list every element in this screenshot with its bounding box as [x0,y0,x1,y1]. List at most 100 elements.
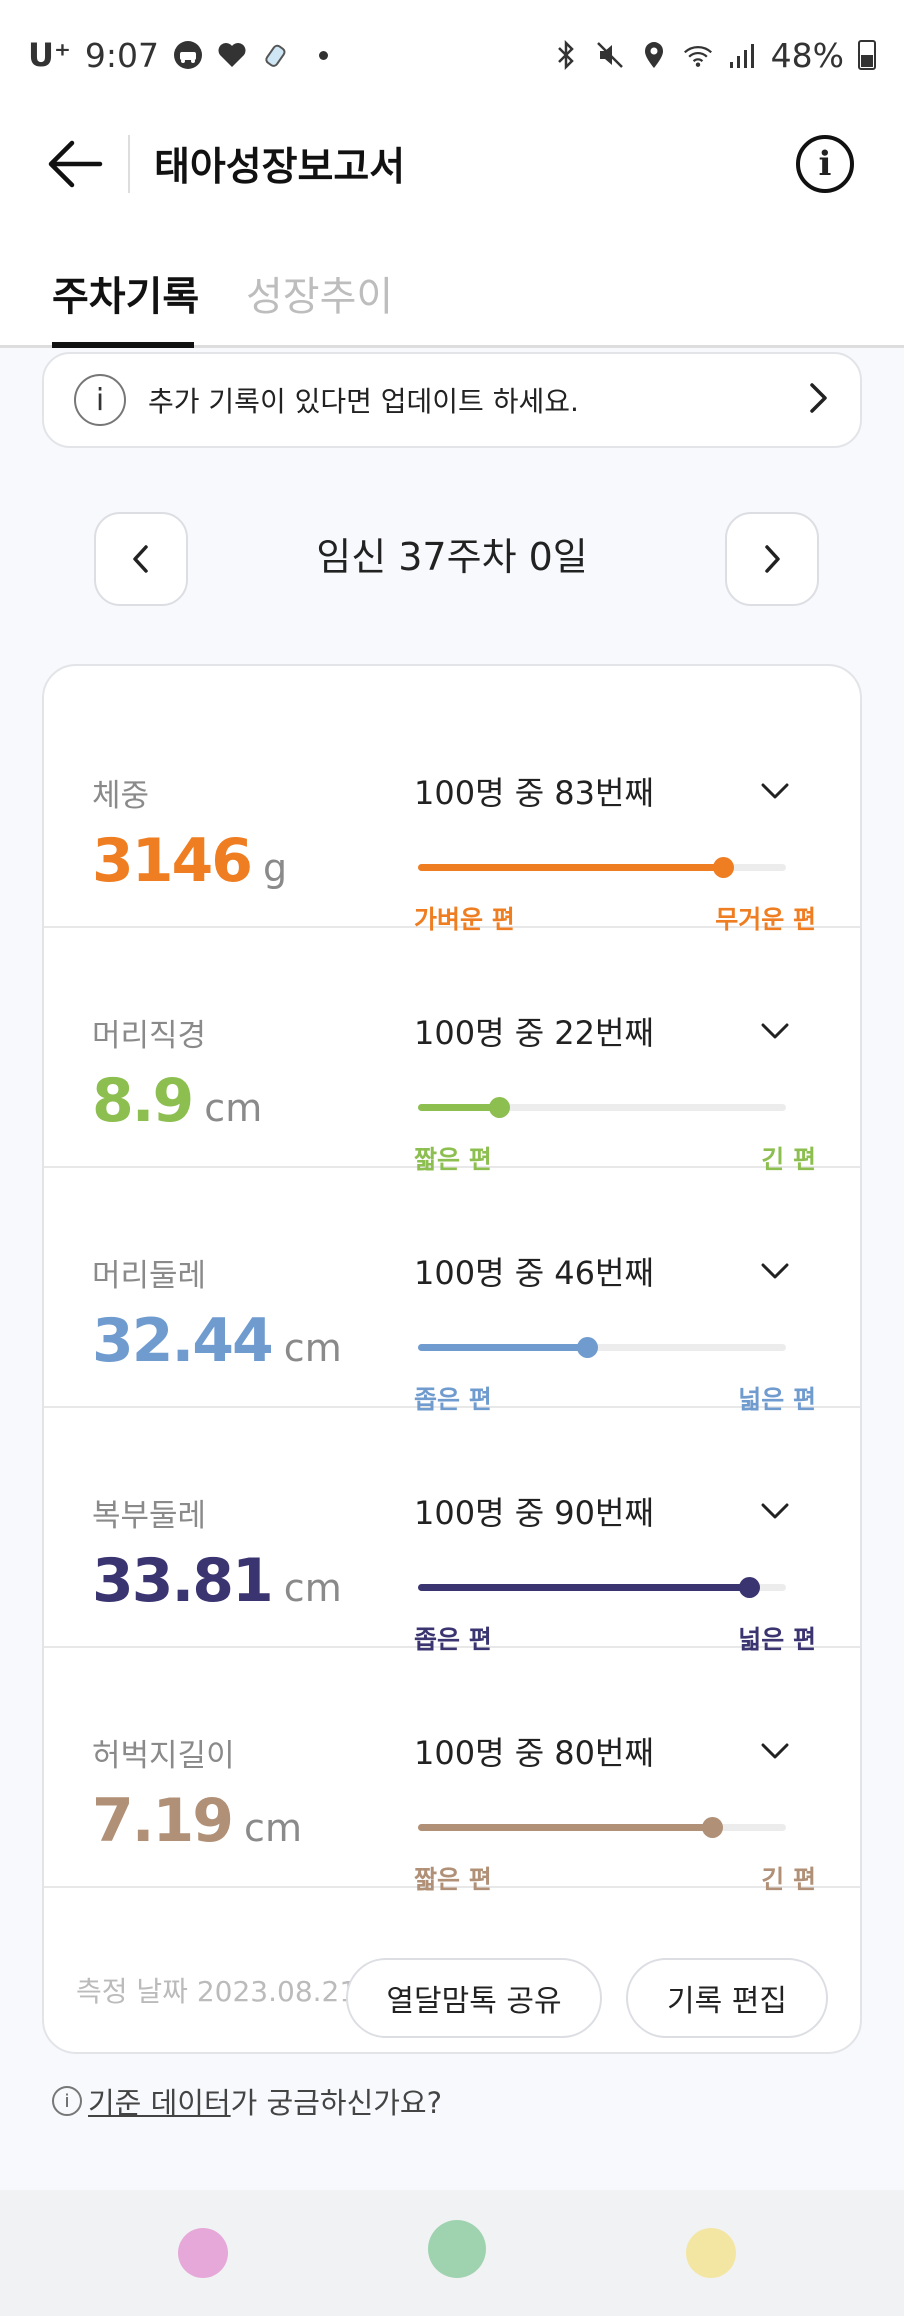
expand-button[interactable] [750,766,800,816]
status-bar: U⁺ 9:07 48% [0,0,904,110]
nav-flower-yellow-icon[interactable] [686,2228,736,2278]
clock: 9:07 [84,35,159,75]
metric-rank: 100명 중 80번째 [414,1734,654,1772]
edit-record-button[interactable]: 기록 편집 [626,1958,828,2038]
percentile-fill [418,1104,499,1111]
heart-icon [217,40,247,70]
info-button[interactable]: i [796,135,854,193]
metric-head-circumference: 머리둘레 32.44 cm 100명 중 46번째 좁은 편 넓은 편 [44,1168,860,1414]
expand-button[interactable] [750,1246,800,1296]
percentile-knob [713,857,735,878]
reference-data-note: i 기준 데이터 가 궁금하신가요? [52,2080,442,2122]
metric-name: 복부둘레 [92,1498,207,1534]
percentile-knob [488,1097,510,1118]
chevron-right-icon [808,381,830,419]
metric-rank: 100명 중 90번째 [414,1494,654,1532]
measurement-card: 체중 3146 g 100명 중 83번째 가벼운 편 무거운 편 머리직경 8… [42,664,862,2054]
metric-number: 33.81 [92,1546,274,1616]
notification-dot-icon [318,50,328,60]
percentile-knob [702,1817,724,1838]
share-button[interactable]: 열달맘톡 공유 [346,1958,602,2038]
info-circle-icon: i [74,374,126,426]
status-left: U⁺ 9:07 [28,36,328,75]
reference-data-link[interactable]: 기준 데이터 [88,2080,231,2122]
metric-head-diameter: 머리직경 8.9 cm 100명 중 22번째 짧은 편 긴 편 [44,928,860,1174]
expand-button[interactable] [750,1486,800,1536]
info-circle-icon: i [52,2086,82,2116]
percentile-fill [418,1584,750,1591]
reference-data-text: 가 궁금하신가요? [230,2086,442,2120]
metric-weight: 체중 3146 g 100명 중 83번째 가벼운 편 무거운 편 [44,688,860,934]
update-notice-banner[interactable]: i 추가 기록이 있다면 업데이트 하세요. [42,352,862,448]
chevron-down-icon [761,1263,789,1279]
tab-bar: 주차기록 성장추이 [0,240,904,348]
expand-button[interactable] [750,1006,800,1056]
metric-number: 8.9 [92,1066,194,1136]
chevron-down-icon [761,783,789,799]
card-footer: 측정 날짜 2023.08.21 열달맘톡 공유 기록 편집 [44,1928,860,2052]
chevron-down-icon [761,1503,789,1519]
percentile-fill [418,864,724,871]
next-week-button[interactable] [725,512,819,606]
info-icon: i [818,144,832,184]
percentile-knob [577,1337,599,1358]
main-content: i 추가 기록이 있다면 업데이트 하세요. 임신 37주차 0일 체중 314… [0,348,904,2190]
percentile-track [418,1097,786,1118]
percentile-track [418,1817,786,1838]
chevron-down-icon [761,1743,789,1759]
metric-unit: g [263,846,288,890]
battery-percent: 48% [770,35,844,75]
notice-text: 추가 기록이 있다면 업데이트 하세요. [148,385,579,418]
metric-value: 33.81 cm [92,1546,342,1616]
metric-value: 3146 g [92,826,287,896]
app-bar: 태아성장보고서 i [0,110,904,218]
metric-value: 8.9 cm [92,1066,262,1136]
nav-flower-green-icon[interactable] [428,2220,486,2278]
scale-right-label: 긴 편 [761,1865,816,1894]
tab-growth-trend[interactable]: 성장추이 [246,264,393,322]
signal-icon [727,40,757,70]
baby-bottle-icon [261,40,291,70]
wifi-icon [683,40,713,70]
metric-unit: cm [283,1326,342,1370]
back-button[interactable] [46,119,136,209]
arrow-left-icon [48,140,103,188]
metric-value: 7.19 cm [92,1786,302,1856]
metric-rank: 100명 중 83번째 [414,774,654,812]
metric-rank: 100명 중 22번째 [414,1014,654,1052]
metric-number: 3146 [92,826,253,896]
metric-femur-length: 허벅지길이 7.19 cm 100명 중 80번째 짧은 편 긴 편 [44,1648,860,1894]
percentile-fill [418,1344,588,1351]
scale-left-label: 짧은 편 [414,1865,492,1894]
tab-weekly-record[interactable]: 주차기록 [52,264,199,322]
header-divider [128,135,130,193]
location-icon [639,40,669,70]
metric-value: 32.44 cm [92,1306,342,1376]
battery-icon [858,40,876,70]
status-right: 48% [551,36,876,75]
measurement-date: 측정 날짜 2023.08.21 [76,1975,358,2008]
bluetooth-icon [551,40,581,70]
metric-name: 머리둘레 [92,1258,207,1294]
chevron-right-icon [765,545,780,573]
carrier-label: U⁺ [28,36,71,74]
chevron-down-icon [761,1023,789,1039]
expand-button[interactable] [750,1726,800,1776]
metric-unit: cm [283,1566,342,1610]
percentile-knob [739,1577,761,1598]
bottom-nav [0,2190,904,2316]
metric-unit: cm [244,1806,302,1850]
week-navigator: 임신 37주차 0일 [0,512,904,608]
metric-number: 32.44 [92,1306,274,1376]
metric-unit: cm [204,1086,263,1130]
percentile-track [418,1577,786,1598]
mute-icon [595,40,625,70]
metric-name: 머리직경 [92,1018,207,1054]
metric-number: 7.19 [92,1786,234,1856]
metric-rank: 100명 중 46번째 [414,1254,654,1292]
metric-name: 체중 [92,778,150,814]
nav-flower-pink-icon[interactable] [178,2228,228,2278]
metric-name: 허벅지길이 [92,1738,235,1774]
car-icon [173,40,203,70]
page-title: 태아성장보고서 [154,145,406,190]
